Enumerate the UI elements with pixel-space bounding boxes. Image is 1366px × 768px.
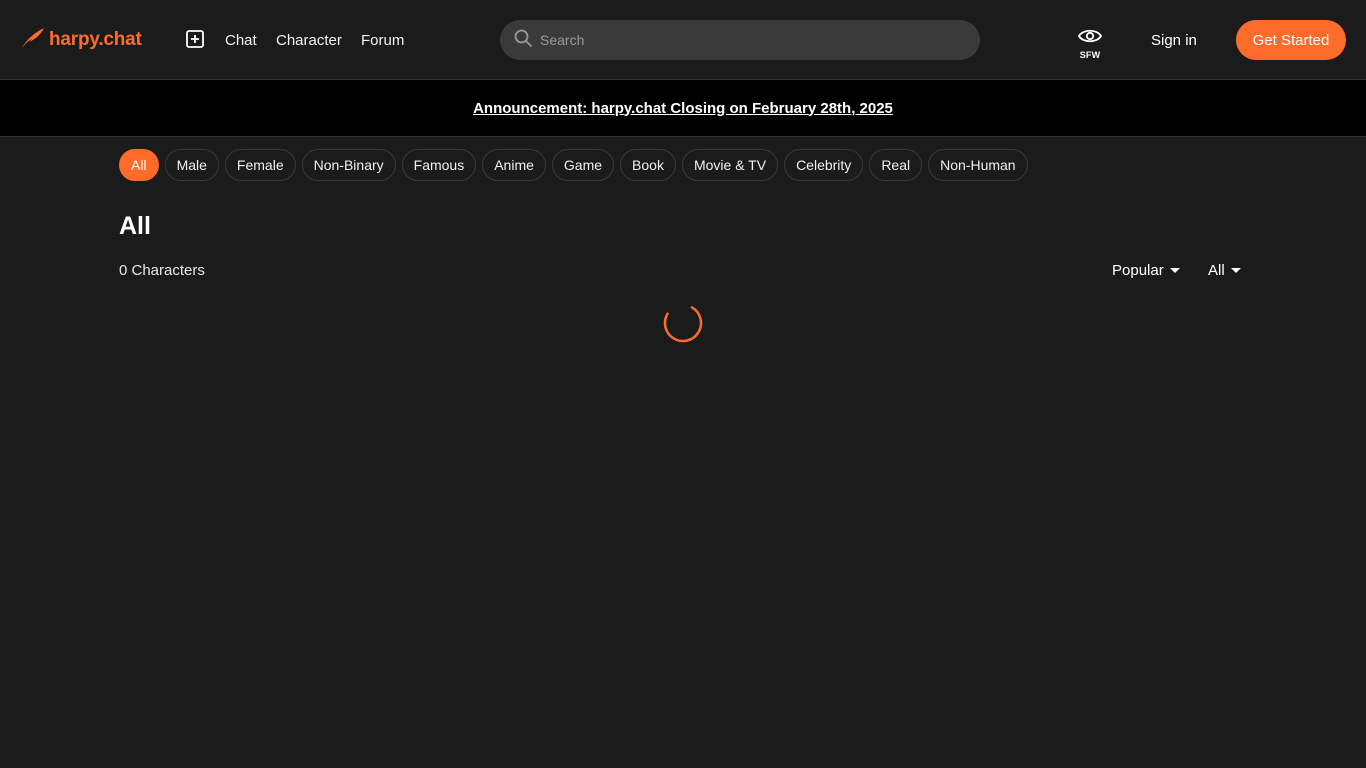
- sort-dropdown-label: Popular: [1112, 262, 1164, 279]
- page-title: All: [119, 212, 151, 240]
- caret-down-icon: [1169, 268, 1180, 273]
- category-chip[interactable]: Book: [620, 149, 676, 181]
- category-chip[interactable]: Non-Binary: [301, 149, 396, 181]
- get-started-button[interactable]: Get Started: [1236, 20, 1346, 60]
- announcement-banner: Announcement: harpy.chat Closing on Febr…: [0, 80, 1366, 137]
- nav-character-link[interactable]: Character: [276, 0, 342, 80]
- caret-down-icon: [1230, 268, 1241, 273]
- search-input[interactable]: [540, 32, 940, 48]
- category-chip[interactable]: Non-Human: [928, 149, 1028, 181]
- spinner-icon: [663, 303, 703, 343]
- nav-chat-link[interactable]: Chat: [225, 0, 257, 80]
- search-icon: [514, 29, 532, 52]
- filter-dropdown[interactable]: All: [1208, 262, 1241, 279]
- category-chip[interactable]: Celebrity: [784, 149, 864, 181]
- category-chip[interactable]: Female: [224, 149, 296, 181]
- sort-dropdown[interactable]: Popular: [1112, 262, 1180, 279]
- nav-forum-link[interactable]: Forum: [361, 0, 404, 80]
- top-navigation-bar: harpy.chat Chat Character Forum Search S…: [0, 0, 1366, 80]
- logo-text: harpy.chat: [49, 29, 142, 50]
- feather-icon: [20, 27, 46, 54]
- eye-icon: [1077, 28, 1103, 49]
- character-count: 0 Characters: [119, 262, 205, 279]
- announcement-link[interactable]: Announcement: harpy.chat Closing on Febr…: [473, 100, 893, 117]
- category-chip[interactable]: Real: [869, 149, 923, 181]
- filter-dropdown-label: All: [1208, 262, 1225, 279]
- logo-link[interactable]: harpy.chat: [20, 27, 142, 53]
- category-chip[interactable]: Male: [164, 149, 219, 181]
- plus-square-icon: [186, 29, 204, 53]
- category-chip[interactable]: Famous: [401, 149, 477, 181]
- sfw-label: SFW: [1079, 50, 1101, 60]
- category-chip[interactable]: All: [119, 149, 159, 181]
- category-chip[interactable]: Movie & TV: [681, 149, 779, 181]
- category-chip[interactable]: Anime: [482, 149, 546, 181]
- category-chip[interactable]: Game: [551, 149, 615, 181]
- sfw-toggle[interactable]: SFW: [1074, 28, 1106, 62]
- sign-in-link[interactable]: Sign in: [1151, 0, 1197, 80]
- category-filter-bar: All Male Female Non-Binary Famous Anime Game Bo…: [119, 149, 1028, 181]
- create-character-button[interactable]: [184, 29, 206, 53]
- search-bar[interactable]: [500, 20, 980, 60]
